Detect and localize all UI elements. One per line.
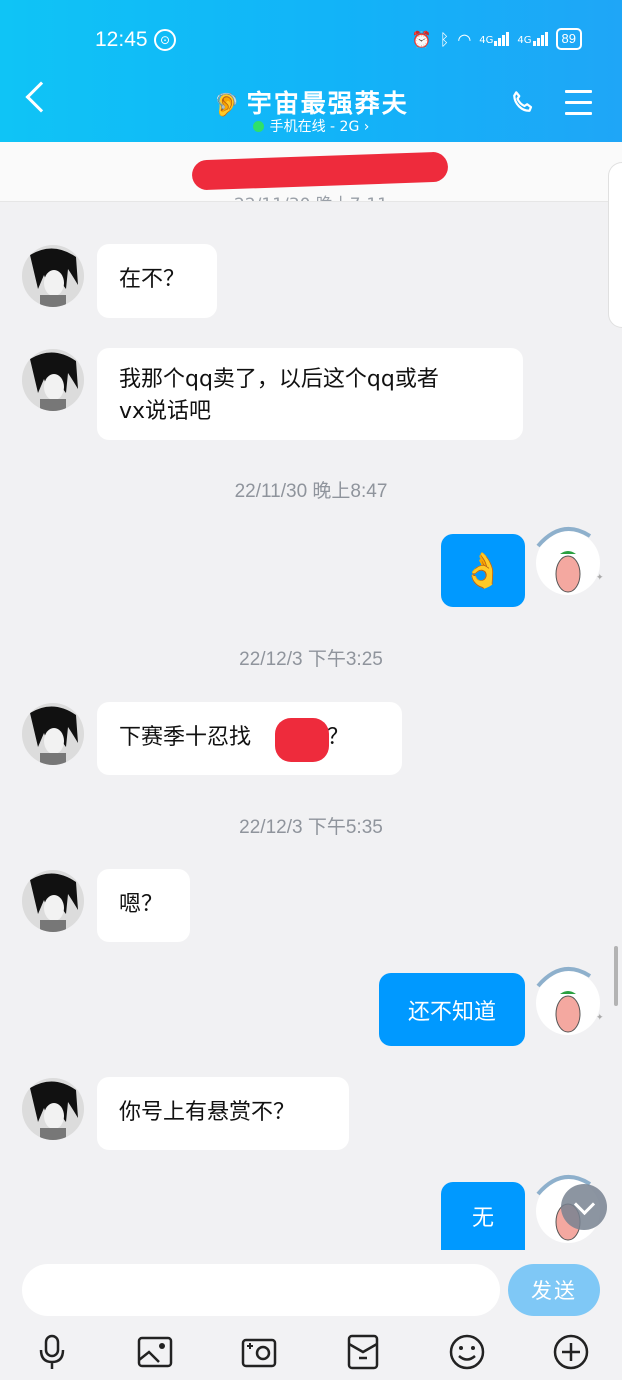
online-status[interactable]: 手机在线 - 2G › — [0, 116, 622, 136]
input-bar: 发送 — [0, 1250, 622, 1380]
signal-icon-2: 4G — [517, 32, 548, 46]
battery-icon: 89 — [555, 28, 582, 50]
avatar[interactable] — [22, 245, 84, 307]
alarm-icon: ⏰ — [411, 29, 432, 49]
message-text: 下赛季十忍找 — [119, 725, 252, 750]
message-bubble-self[interactable]: 还不知道 — [379, 973, 525, 1046]
avatar[interactable] — [22, 870, 84, 932]
message-bubble[interactable]: 嗯？ — [97, 869, 190, 942]
status-time: 12:45 — [95, 28, 148, 51]
signal-icon-1: 4G — [479, 32, 510, 46]
timestamp-partial: 22/11/30 晚上7:11 — [0, 190, 622, 201]
message-bubble[interactable]: 下赛季十忍找不？ — [97, 702, 402, 775]
scroll-to-bottom-button[interactable] — [561, 1184, 607, 1230]
plus-icon[interactable] — [551, 1332, 591, 1372]
status-icons: ⏰ ᛒ ◠ 4G 4G 89 — [412, 28, 582, 50]
timestamp: 22/12/3 下午3:25 — [239, 649, 383, 670]
send-button[interactable]: 发送 — [508, 1264, 600, 1316]
timestamp: 22/11/30 晚上8:47 — [234, 481, 388, 502]
toolbar — [0, 1326, 622, 1376]
ok-hand-emoji: 👌 — [461, 550, 505, 591]
message-text: 嗯？ — [119, 892, 164, 917]
message-text-line2: vx说话吧 — [119, 399, 212, 424]
scrollbar[interactable] — [614, 946, 618, 1006]
red-packet-icon[interactable] — [343, 1332, 383, 1372]
phone-icon[interactable] — [508, 88, 538, 118]
message-text: 在不？ — [119, 267, 186, 292]
message-input[interactable] — [22, 1264, 500, 1316]
camera-icon[interactable] — [239, 1332, 279, 1372]
status-bar: 12:45 ⊙ ⏰ ᛒ ◠ 4G 4G 89 — [0, 22, 622, 58]
self-avatar[interactable]: ✦ — [528, 518, 608, 604]
network-type-2: 4G — [517, 35, 532, 46]
online-dot-icon — [252, 121, 264, 132]
svg-text:✦: ✦ — [596, 1013, 604, 1023]
self-avatar[interactable]: ✦ — [528, 958, 608, 1044]
avatar[interactable] — [22, 1078, 84, 1140]
chat-header: 12:45 ⊙ ⏰ ᛒ ◠ 4G 4G 89 🦻 宇宙最强莽夫 手机在线 - 2G… — [0, 0, 622, 142]
message-bubble[interactable]: 在不？ — [97, 244, 217, 318]
notification-badge-icon: ⊙ — [154, 29, 176, 51]
pinned-banner: 22/11/30 晚上7:11 — [0, 142, 622, 202]
online-status-text: 手机在线 - 2G — [269, 119, 360, 135]
redaction-mark — [275, 718, 329, 762]
message-text-line1: 我那个qq卖了，以后这个qq或者 — [119, 367, 439, 392]
chevron-right-icon: › — [363, 119, 370, 135]
network-type-1: 4G — [479, 35, 494, 46]
message-bubble-self[interactable]: 👌 — [441, 534, 525, 607]
menu-icon[interactable] — [565, 90, 592, 123]
emoji-icon[interactable] — [447, 1332, 487, 1372]
avatar[interactable] — [22, 349, 84, 411]
wifi-icon: ◠ — [457, 29, 472, 49]
ear-icon: 🦻 — [213, 93, 241, 118]
side-drawer-handle[interactable] — [608, 162, 622, 328]
svg-text:✦: ✦ — [596, 573, 604, 583]
message-bubble[interactable]: 我那个qq卖了，以后这个qq或者 vx说话吧 — [97, 348, 523, 440]
contact-name: 宇宙最强莽夫 — [246, 89, 409, 118]
image-icon[interactable] — [135, 1332, 175, 1372]
mic-icon[interactable] — [32, 1332, 72, 1372]
message-text: 还不知道 — [407, 999, 496, 1025]
message-text: 无 — [471, 1206, 494, 1231]
message-bubble-self[interactable]: 无 — [441, 1182, 525, 1250]
avatar[interactable] — [22, 703, 84, 765]
message-text: 你号上有悬赏不？ — [119, 1100, 296, 1125]
timestamp: 22/12/3 下午5:35 — [239, 817, 383, 838]
message-bubble[interactable]: 你号上有悬赏不？ — [97, 1077, 349, 1150]
bluetooth-icon: ᛒ — [439, 29, 450, 49]
redaction-mark — [191, 151, 449, 191]
